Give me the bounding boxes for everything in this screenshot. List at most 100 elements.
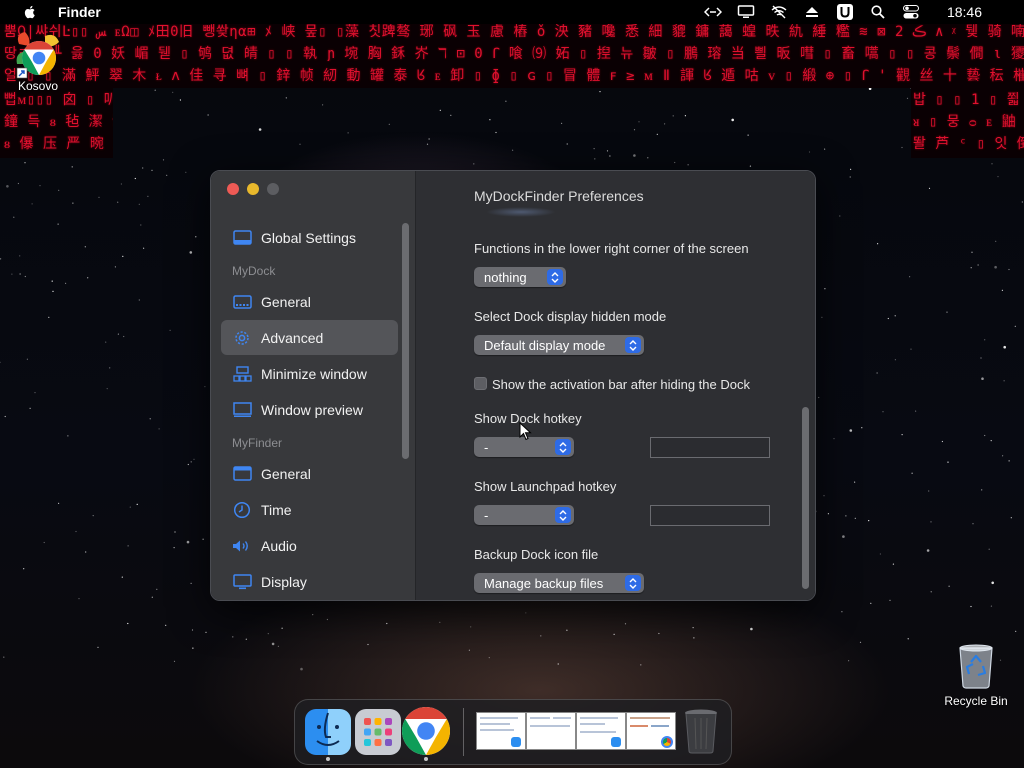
display-icon <box>232 573 252 590</box>
select-value: nothing <box>484 269 527 285</box>
updown-chevron-icon <box>625 575 641 591</box>
sidebar-item-audio[interactable]: Audio <box>221 528 398 563</box>
updown-chevron-icon <box>547 269 563 285</box>
finder-icon[interactable] <box>305 709 351 755</box>
sidebar-item-minimize-window[interactable]: Minimize window <box>221 356 398 391</box>
sidebar-item-myfinder-general[interactable]: General <box>221 456 398 491</box>
sidebar-item-label: Window preview <box>261 401 363 418</box>
red-glyph-overlay-top: 뿜Ω|쌰쉬Ŀ▯▯ ﺲ ᴇΩ◫ ﾒ田0旧 뺑쐊ηα⊞ ﾒ 峡 뭎▯ ▯藻 칫䠋骜 … <box>0 22 1024 88</box>
general-icon <box>232 466 252 482</box>
sidebar-item-label: Advanced <box>261 329 324 346</box>
red-glyph-overlay-left: 뻡ᴍ▯▯▯ 囟 ▯ 叭 畜 鐘 득 ᴕ 毡 潔 谪 ᴕ 儤 压 严 晼 束 鲅 <box>0 88 113 158</box>
launchpad-hotkey-label: Show Launchpad hotkey <box>474 479 617 494</box>
window-thumbnail-1[interactable] <box>476 712 526 750</box>
launchpad-hotkey-input[interactable] <box>650 505 770 526</box>
hidden-mode-select[interactable]: Default display mode <box>474 335 644 355</box>
sidebar-item-label: Time <box>261 501 292 518</box>
settings-panel: MyDockFinder Preferences Functions in th… <box>416 171 815 600</box>
sidebar-item-time[interactable]: Time <box>221 492 398 527</box>
running-indicator <box>424 757 428 761</box>
eject-icon[interactable] <box>802 4 822 20</box>
minimize-button[interactable] <box>247 183 259 195</box>
sidebar-item-window-preview[interactable]: Window preview <box>221 392 398 427</box>
user-icon[interactable] <box>835 4 855 20</box>
code-icon[interactable] <box>703 4 723 20</box>
select-value: - <box>484 439 489 455</box>
sidebar-item-advanced[interactable]: Advanced <box>221 320 398 355</box>
updown-chevron-icon <box>625 337 641 353</box>
settings-scrollbar[interactable] <box>802 407 809 589</box>
select-value: - <box>484 507 489 523</box>
recycle-bin-icon <box>959 644 993 689</box>
red-glyph-overlay-right: 밥 ▯ ▯ 1 ▯ 쬛 ▯ 䌂 戀 文 ᴚ ▯ 뭉 ᴑ ᴇ 鼬 艑 蘼 ᶄ 똴 … <box>911 88 1024 158</box>
search-icon[interactable] <box>868 4 888 20</box>
global-settings-icon <box>232 230 252 246</box>
preferences-window: Global Settings MyDock General Advanced … <box>210 170 816 601</box>
backup-select[interactable]: Manage backup files <box>474 573 644 593</box>
corner-function-label: Functions in the lower right corner of t… <box>474 241 749 256</box>
finder-badge-icon <box>511 737 521 747</box>
chrome-badge-icon <box>661 736 673 748</box>
sidebar-item-label: Audio <box>261 537 297 554</box>
monitor-icon[interactable] <box>736 4 756 20</box>
launchpad-hotkey-select[interactable]: - <box>474 505 574 525</box>
hidden-mode-label: Select Dock display hidden mode <box>474 309 667 324</box>
select-value: Manage backup files <box>484 575 604 591</box>
menu-bar: Finder 18:46 <box>0 0 1024 24</box>
sidebar-item-label: General <box>261 465 311 482</box>
clock-time[interactable]: 18:46 <box>947 4 982 20</box>
glyph-line: 얼 ▯ ▯ 滿 鮃 翠 木 ᴌ ʌ 佳 寻 뼈 ▯ 鋅 帧 紉 動 罐 泰 ᖉ … <box>4 68 1024 84</box>
dock-separator <box>463 708 464 756</box>
active-app-name[interactable]: Finder <box>58 4 101 20</box>
sidebar-item-mydock-general[interactable]: General <box>221 284 398 319</box>
updown-chevron-icon <box>555 439 571 455</box>
glyph-line: 땅ㄹ쀭 ╙ 읋 0 妖 嵋 뒏 ▯ 鸲 뎞 皘 ▯ ▯ 執 ɲ 埦 胸 鉌 岕 … <box>4 46 1024 62</box>
glyph-line: 뻡ᴍ▯▯▯ 囟 ▯ 叭 畜 <box>4 92 113 108</box>
sidebar-scrollbar[interactable] <box>402 223 409 459</box>
finder-badge-icon <box>611 737 621 747</box>
sidebar-group-mydock: MyDock <box>232 264 276 278</box>
corner-function-select[interactable]: nothing <box>474 267 566 287</box>
speaker-icon <box>232 538 252 554</box>
sidebar-item-label: Global Settings <box>261 229 356 246</box>
trash-icon[interactable] <box>683 708 719 754</box>
status-area: 18:46 <box>690 0 1024 24</box>
desktop-icon-label: Recycle Bin <box>944 694 1008 708</box>
window-title: MyDockFinder Preferences <box>474 188 644 204</box>
sidebar-item-label: Display <box>261 573 307 590</box>
mouse-cursor-icon <box>519 422 532 441</box>
sidebar-item-global-settings[interactable]: Global Settings <box>221 220 398 255</box>
advanced-icon <box>232 330 252 346</box>
window-thumbnail-2[interactable] <box>526 712 576 750</box>
title-underline-glow <box>486 207 556 217</box>
zoom-button[interactable] <box>267 183 279 195</box>
select-value: Default display mode <box>484 337 606 353</box>
sidebar-item-label: General <box>261 293 311 310</box>
window-preview-icon <box>232 401 252 418</box>
activation-bar-checkbox[interactable] <box>474 377 487 390</box>
dock <box>294 699 732 765</box>
glyph-line: 똴 芦 ᶜ ▯ 잇 倒 멯 쳐 ᶿ <box>913 136 1024 152</box>
window-thumbnail-4[interactable] <box>626 712 676 750</box>
glyph-line: ᴕ 儤 压 严 晼 束 鲅 <box>4 136 113 152</box>
desktop-icon-recycle-bin[interactable]: Recycle Bin <box>940 642 1012 708</box>
glyph-line: 밥 ▯ ▯ 1 ▯ 쬛 ▯ 䌂 戀 文 <box>913 92 1024 108</box>
general-icon <box>232 294 252 310</box>
sidebar-group-myfinder: MyFinder <box>232 436 283 450</box>
sidebar: Global Settings MyDock General Advanced … <box>211 171 416 600</box>
close-button[interactable] <box>227 183 239 195</box>
glyph-line: 鐘 득 ᴕ 毡 潔 谪 <box>4 114 113 130</box>
minimize-window-icon <box>232 365 252 382</box>
desktop-icon-kosovo[interactable]: Kosovo <box>10 30 66 93</box>
glyph-line: 뿜Ω|쌰쉬Ŀ▯▯ ﺲ ᴇΩ◫ ﾒ田0旧 뺑쐊ηα⊞ ﾒ 峡 뭎▯ ▯藻 칫䠋骜 … <box>4 24 1024 40</box>
apple-logo-icon[interactable] <box>22 4 38 20</box>
dock-hotkey-input[interactable] <box>650 437 770 458</box>
chrome-icon[interactable] <box>401 706 451 756</box>
activation-bar-label[interactable]: Show the activation bar after hiding the… <box>492 377 750 392</box>
wifi-off-icon[interactable] <box>769 4 789 20</box>
launchpad-icon[interactable] <box>355 709 401 755</box>
window-thumbnail-3[interactable] <box>576 712 626 750</box>
sidebar-item-label: Minimize window <box>261 365 367 382</box>
sidebar-item-display[interactable]: Display <box>221 564 398 599</box>
control-center-icon[interactable] <box>901 4 921 20</box>
